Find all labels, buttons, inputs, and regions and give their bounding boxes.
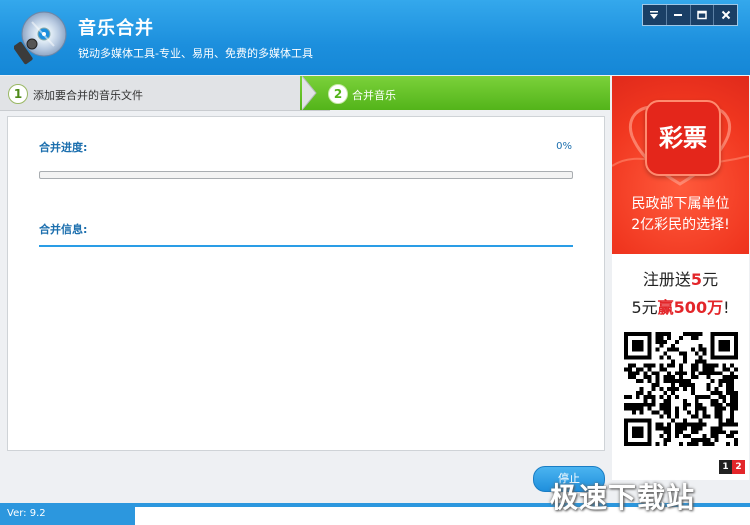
qr-code-icon [624,332,738,446]
step-separator-arrow [302,76,317,110]
close-button[interactable] [714,5,737,25]
step-label: 合并音乐 [352,89,396,102]
window-controls [642,4,738,26]
app-title: 音乐合并 [78,18,154,39]
step-label: 添加要合并的音乐文件 [33,89,143,102]
menu-dropdown-button[interactable] [643,5,667,25]
merge-info-divider [39,245,573,247]
ad-page-1[interactable]: 1 [719,460,732,474]
maximize-icon [697,10,707,20]
step-number: 1 [8,84,28,104]
ad-text-line4: 5元赢500万! [631,298,730,317]
music-merge-window: 音乐合并 锐动多媒体工具-专业、易用、免费的多媒体工具 1 添加要合并的音乐文件… [0,0,750,525]
ad-page-2[interactable]: 2 [732,460,745,474]
merge-info-label: 合并信息: [39,223,88,236]
ad-text-line1: 民政部下属单位 [631,196,730,212]
ad-pager: 1 2 [719,460,745,474]
app-subtitle: 锐动多媒体工具-专业、易用、免费的多媒体工具 [78,47,313,60]
minimize-icon [674,14,683,16]
progress-bar [39,171,573,179]
ad-text-line3: 注册送5元 [642,270,719,289]
step-add-files[interactable]: 1 添加要合并的音乐文件 [0,76,330,111]
wizard-steps: 1 添加要合并的音乐文件 2 合并音乐 [0,76,610,111]
progress-percent: 0% [556,141,572,152]
close-icon [721,10,730,20]
menu-dropdown-icon [650,11,659,19]
ad-text-line2: 2亿彩民的选择! [631,217,730,233]
maximize-button[interactable] [691,5,715,25]
lottery-ad-banner[interactable]: 彩票 民政部下属单位 2亿彩民的选择! 注册送5元 5元赢500万! 1 2 [612,76,749,480]
version-label: Ver: 9.2 [7,508,46,519]
lottery-badge: 彩票 [645,100,721,176]
merge-panel: 合并进度: 0% 合并信息: [7,116,605,451]
progress-label: 合并进度: [39,141,88,154]
music-cd-logo-icon [14,11,67,65]
minimize-button[interactable] [667,5,691,25]
step-merge-music[interactable]: 2 合并音乐 [300,76,610,110]
ad-white-section: 注册送5元 5元赢500万! 1 2 [612,254,749,480]
site-watermark: 极速下载站 [550,481,696,514]
title-bar: 音乐合并 锐动多媒体工具-专业、易用、免费的多媒体工具 [0,0,750,75]
